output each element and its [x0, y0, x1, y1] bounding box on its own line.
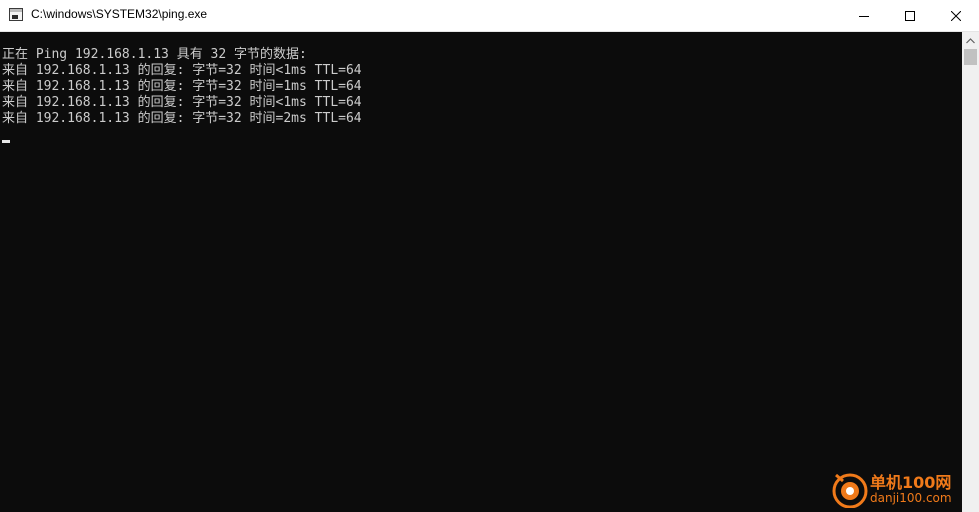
maximize-icon — [905, 10, 915, 21]
console-line: 来自 192.168.1.13 的回复: 字节=32 时间=2ms TTL=64 — [2, 111, 362, 126]
text-cursor — [2, 140, 10, 143]
maximize-button[interactable] — [887, 0, 933, 31]
title-bar[interactable]: C:\windows\SYSTEM32\ping.exe — [0, 0, 979, 32]
scroll-up-button[interactable] — [962, 32, 979, 49]
close-button[interactable] — [933, 0, 979, 31]
console-line: 正在 Ping 192.168.1.13 具有 32 字节的数据: — [2, 47, 307, 62]
console-line: 来自 192.168.1.13 的回复: 字节=32 时间<1ms TTL=64 — [2, 95, 362, 110]
watermark-url: danji100.com — [870, 491, 952, 505]
console-line: 来自 192.168.1.13 的回复: 字节=32 时间<1ms TTL=64 — [2, 63, 362, 78]
watermark: 单机100网 danji100.com — [830, 468, 979, 512]
chevron-up-icon — [966, 37, 975, 43]
window-title: C:\windows\SYSTEM32\ping.exe — [31, 7, 208, 21]
scroll-thumb[interactable] — [964, 49, 977, 65]
minimize-button[interactable] — [841, 0, 887, 31]
console-window: C:\windows\SYSTEM32\ping.exe 正在 Ping 192… — [0, 0, 979, 512]
watermark-logo-icon — [832, 473, 868, 508]
close-icon — [951, 10, 961, 21]
watermark-title: 单机100网 — [870, 473, 952, 492]
vertical-scrollbar[interactable] — [962, 32, 979, 512]
console-line: 来自 192.168.1.13 的回复: 字节=32 时间=1ms TTL=64 — [2, 79, 362, 94]
console-app-icon[interactable] — [9, 8, 23, 21]
minimize-icon — [859, 15, 869, 17]
console-output[interactable]: 正在 Ping 192.168.1.13 具有 32 字节的数据: 来自 192… — [0, 32, 962, 512]
